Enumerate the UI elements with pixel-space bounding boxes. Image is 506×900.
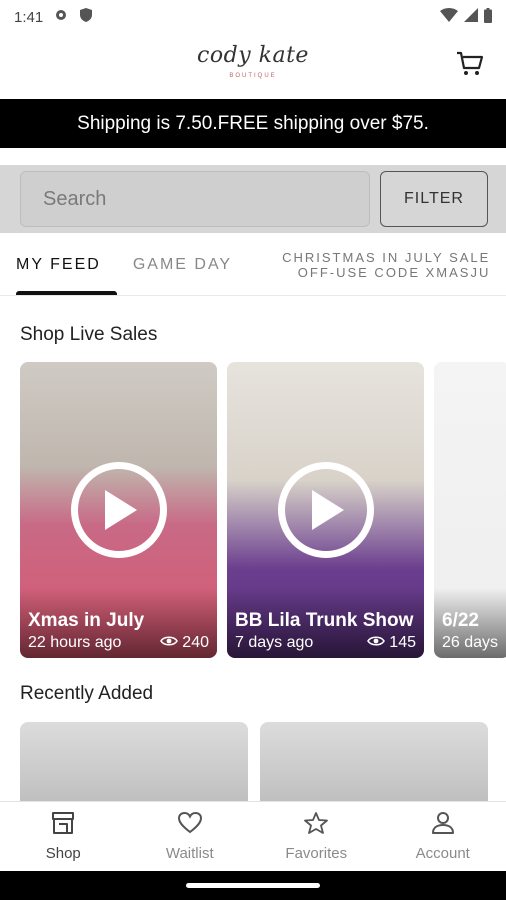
play-icon[interactable]	[70, 462, 167, 558]
live-sale-sub: 22 hours ago 240	[28, 634, 209, 652]
live-sale-views: 145	[367, 634, 416, 652]
nav-waitlist-label: Waitlist	[165, 845, 214, 862]
logo-subtext: BOUTIQUE	[229, 73, 277, 79]
live-sale-time: 26 days	[442, 634, 499, 651]
logo-text: cody kate	[197, 43, 309, 68]
live-sale-card[interactable]: Xmas in July 22 hours ago 240	[20, 362, 217, 658]
status-right	[440, 7, 492, 27]
live-sale-view-count: 240	[182, 634, 209, 651]
system-gesture-bar	[0, 871, 506, 900]
nav-favorites-label: Favorites	[285, 845, 348, 862]
eye-icon	[367, 634, 386, 652]
live-sale-sub: 7 days ago 145	[235, 634, 416, 652]
battery-icon	[484, 7, 492, 27]
heart-icon	[177, 811, 203, 839]
live-sales-carousel[interactable]: Xmas in July 22 hours ago 240 BB Lila Tr…	[20, 362, 506, 658]
recently-added-heading: Recently Added	[20, 683, 154, 704]
search-area: FILTER	[0, 165, 506, 233]
cart-icon	[456, 51, 484, 82]
shipping-banner: Shipping is 7.50.FREE shipping over $75.	[0, 99, 506, 148]
tab-christmas-in-july[interactable]: CHRISTMAS IN JULY SALE OFF-USE CODE XMAS…	[248, 234, 491, 295]
signal-icon	[464, 8, 478, 26]
shipping-banner-text: Shipping is 7.50.FREE shipping over $75.	[77, 112, 429, 134]
star-icon	[303, 811, 329, 839]
nav-favorites[interactable]: Favorites	[253, 802, 380, 871]
nav-account[interactable]: Account	[380, 802, 506, 871]
brand-logo[interactable]: cody kate BOUTIQUE	[197, 43, 309, 86]
recent-item-card[interactable]	[260, 722, 488, 812]
cart-button[interactable]	[454, 50, 486, 82]
bottom-nav: Shop Waitlist Favorites Account	[0, 801, 506, 871]
live-sale-view-count: 145	[389, 634, 416, 651]
search-input[interactable]	[20, 171, 370, 227]
wifi-icon	[440, 8, 458, 26]
app-header: cody kate BOUTIQUE	[0, 34, 506, 98]
live-sale-time: 22 hours ago	[28, 634, 122, 651]
live-sale-meta: Xmas in July 22 hours ago 240	[20, 588, 217, 658]
status-left: 1:41	[14, 7, 93, 27]
person-icon	[430, 811, 456, 839]
live-sale-meta: BB Lila Trunk Show 7 days ago 145	[227, 588, 424, 658]
status-bar: 1:41	[0, 0, 506, 34]
shield-icon	[79, 7, 93, 27]
recent-item-card[interactable]	[20, 722, 248, 812]
live-sale-title: BB Lila Trunk Show	[235, 610, 414, 631]
feed-tabs: MY FEED GAME DAY CHRISTMAS IN JULY SALE …	[0, 234, 506, 296]
live-sale-sub: 26 days	[442, 634, 502, 652]
live-sale-title: Xmas in July	[28, 610, 145, 631]
live-sale-meta: 6/22 26 days	[434, 588, 506, 658]
live-sale-card[interactable]: BB Lila Trunk Show 7 days ago 145	[227, 362, 424, 658]
live-sales-heading: Shop Live Sales	[20, 324, 158, 345]
tab-christmas-line2: OFF-USE CODE XMASJU	[297, 264, 491, 280]
nav-shop-label: Shop	[45, 845, 81, 862]
shop-icon	[50, 811, 76, 839]
tab-christmas-line1: CHRISTMAS IN JULY SALE	[282, 249, 491, 265]
recently-added-carousel[interactable]	[20, 722, 488, 812]
live-sale-title: 6/22	[442, 610, 479, 631]
tab-my-feed[interactable]: MY FEED	[0, 234, 117, 295]
live-sale-card[interactable]: 6/22 26 days	[434, 362, 506, 658]
nav-shop[interactable]: Shop	[0, 802, 127, 871]
play-icon[interactable]	[277, 462, 374, 558]
filter-button[interactable]: FILTER	[380, 171, 488, 227]
live-sale-views: 240	[160, 634, 209, 652]
tab-game-day[interactable]: GAME DAY	[117, 234, 248, 295]
live-sale-time: 7 days ago	[235, 634, 314, 651]
settings-icon	[53, 7, 69, 27]
nav-account-label: Account	[415, 845, 470, 862]
status-time: 1:41	[14, 8, 44, 26]
eye-icon	[160, 634, 179, 652]
nav-waitlist[interactable]: Waitlist	[127, 802, 254, 871]
home-gesture-handle[interactable]	[186, 883, 320, 888]
